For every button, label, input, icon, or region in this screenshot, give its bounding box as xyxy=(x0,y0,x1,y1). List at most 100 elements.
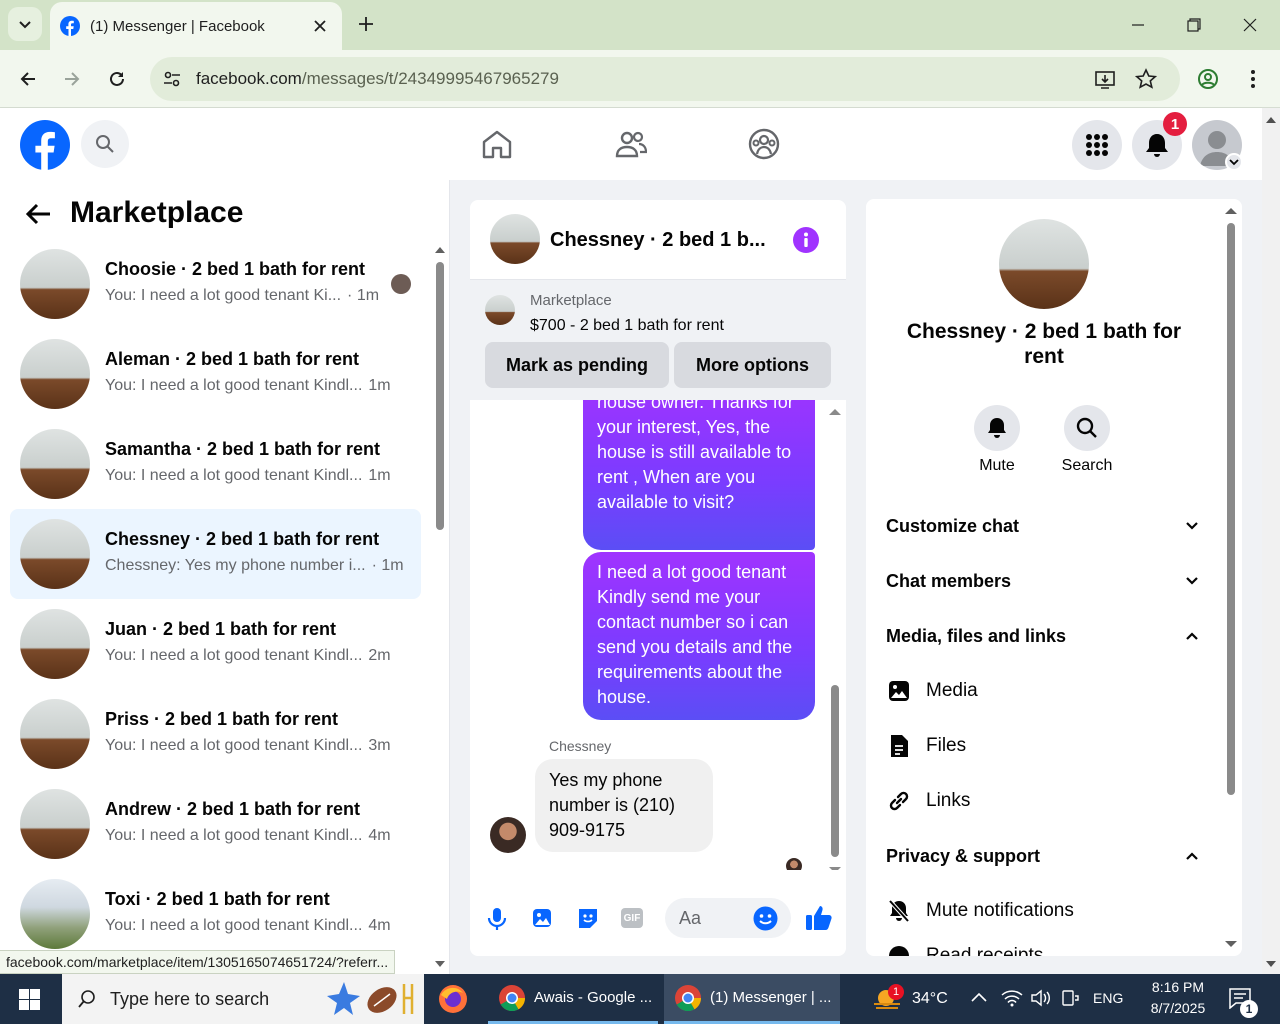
tab-search-button[interactable] xyxy=(8,7,42,41)
taskbar-app-chrome-messenger[interactable]: (1) Messenger | ... xyxy=(664,974,840,1024)
sender-avatar[interactable] xyxy=(490,817,526,853)
profile-icon xyxy=(1198,69,1218,89)
like-thumb-icon[interactable] xyxy=(805,904,833,932)
scroll-up-icon xyxy=(1225,208,1237,214)
clock-time[interactable]: 8:16 PM xyxy=(1143,979,1213,995)
privacy-support-section[interactable]: Privacy & support xyxy=(886,846,1040,867)
read-receipts-item[interactable]: Read receipts xyxy=(886,943,1043,956)
conversation-item[interactable]: Samantha · 2 bed 1 bath for rent You: I … xyxy=(10,419,421,509)
taskbar-search-box[interactable]: Type here to search xyxy=(62,974,424,1024)
photo-icon[interactable] xyxy=(531,907,553,929)
listing-thumbnail xyxy=(20,519,90,589)
conversation-list-scrollbar[interactable] xyxy=(431,244,449,970)
search-label: Search xyxy=(1061,457,1113,474)
facebook-logo[interactable] xyxy=(20,120,70,170)
forward-button[interactable] xyxy=(57,64,87,94)
search-in-chat-button[interactable] xyxy=(1064,405,1110,451)
grid-menu-icon xyxy=(1086,134,1108,156)
groups-icon[interactable] xyxy=(748,128,780,160)
emoji-icon[interactable] xyxy=(753,906,778,931)
sent-message: house owner. Thanks for your interest, Y… xyxy=(583,400,815,550)
close-window-button[interactable] xyxy=(1222,0,1278,50)
marketplace-label: Marketplace xyxy=(530,292,612,309)
read-receipt-avatar xyxy=(786,858,802,870)
chat-title[interactable]: Chessney · 2 bed 1 b... xyxy=(550,229,766,252)
customize-chat-section[interactable]: Customize chat xyxy=(886,516,1019,537)
friends-icon[interactable] xyxy=(615,129,647,159)
back-arrow-icon[interactable] xyxy=(24,202,52,226)
restore-button[interactable] xyxy=(1166,0,1222,50)
scroll-thumb[interactable] xyxy=(436,262,444,530)
chrome-menu-button[interactable] xyxy=(1238,64,1268,94)
panel-title: Marketplace xyxy=(70,196,244,229)
account-chevron-icon[interactable] xyxy=(1225,153,1243,171)
facebook-favicon-icon xyxy=(60,16,80,36)
windows-start-icon[interactable] xyxy=(19,989,40,1010)
info-scroll-thumb[interactable] xyxy=(1227,223,1235,795)
conversation-item[interactable]: Priss · 2 bed 1 bath for rent You: I nee… xyxy=(10,689,421,779)
menu-button[interactable] xyxy=(1072,120,1122,170)
conversation-name: Aleman · 2 bed 1 bath for rent xyxy=(105,349,360,369)
install-app-icon[interactable] xyxy=(1094,68,1116,90)
conversation-item[interactable]: Aleman · 2 bed 1 bath for rent You: I ne… xyxy=(10,329,421,419)
battery-icon[interactable] xyxy=(1060,989,1080,1007)
chevron-up-icon xyxy=(1186,632,1198,640)
firefox-icon[interactable] xyxy=(437,983,469,1015)
taskbar-app-chrome-awais[interactable]: Awais - Google ... xyxy=(488,974,658,1024)
thread-scroll-thumb[interactable] xyxy=(831,685,839,857)
search-icon xyxy=(1076,417,1097,438)
page-scrollbar[interactable] xyxy=(1262,108,1280,974)
links-item[interactable]: Links xyxy=(886,788,970,814)
bookmark-star-icon[interactable] xyxy=(1135,68,1157,90)
minimize-button[interactable] xyxy=(1110,0,1166,50)
mute-button[interactable] xyxy=(974,405,1020,451)
new-tab-button[interactable] xyxy=(352,10,380,38)
conversation-name: Choosie · 2 bed 1 bath for rent xyxy=(105,259,366,279)
conversation-name: Toxi · 2 bed 1 bath for rent xyxy=(105,889,330,909)
language-indicator[interactable]: ENG xyxy=(1093,990,1123,1006)
preview-time: · 1m xyxy=(347,287,380,304)
preview-time: 4m xyxy=(368,827,391,844)
preview-text: You: I need a lot good tenant Kindl... xyxy=(105,467,363,484)
scroll-down-icon xyxy=(435,961,445,967)
sticker-icon[interactable] xyxy=(576,907,600,929)
browser-tab-messenger[interactable]: (1) Messenger | Facebook xyxy=(50,2,342,50)
back-button[interactable] xyxy=(13,64,43,94)
chevron-up-icon xyxy=(1186,852,1198,860)
more-options-button[interactable]: More options xyxy=(674,342,831,388)
conversation-item[interactable]: Toxi · 2 bed 1 bath for rent You: I need… xyxy=(10,869,421,959)
chat-members-section[interactable]: Chat members xyxy=(886,571,1011,592)
conversation-item-active[interactable]: Chessney · 2 bed 1 bath for rent Chessne… xyxy=(10,509,421,599)
volume-icon[interactable] xyxy=(1030,989,1052,1007)
chat-avatar[interactable] xyxy=(490,214,540,264)
profile-button[interactable] xyxy=(1193,64,1223,94)
chrome-icon xyxy=(498,984,526,1012)
message-input[interactable]: Aa xyxy=(665,898,791,938)
media-files-links-section[interactable]: Media, files and links xyxy=(886,626,1066,647)
microphone-icon[interactable] xyxy=(487,907,507,931)
home-icon[interactable] xyxy=(481,129,513,159)
site-info-icon[interactable] xyxy=(162,69,182,89)
media-item[interactable]: Media xyxy=(886,678,978,704)
read-receipts-label: Read receipts xyxy=(926,945,1044,956)
clock-date[interactable]: 8/7/2025 xyxy=(1138,1000,1218,1016)
conversation-item[interactable]: Andrew · 2 bed 1 bath for rent You: I ne… xyxy=(10,779,421,869)
info-icon[interactable] xyxy=(793,227,819,253)
tab-close-icon[interactable] xyxy=(306,12,334,40)
files-item[interactable]: Files xyxy=(886,733,966,759)
listing-title[interactable]: $700 - 2 bed 1 bath for rent xyxy=(530,317,724,335)
conversation-item[interactable]: Juan · 2 bed 1 bath for rent You: I need… xyxy=(10,599,421,689)
preview-text: You: I need a lot good tenant Kindl... xyxy=(105,377,363,394)
mark-as-pending-button[interactable]: Mark as pending xyxy=(485,342,669,388)
address-bar[interactable]: facebook.com/messages/t/2434999546796527… xyxy=(150,57,1180,101)
conversation-item[interactable]: Choosie · 2 bed 1 bath for rent You: I n… xyxy=(10,239,421,329)
bell-off-icon xyxy=(886,898,912,924)
chevron-up-icon[interactable] xyxy=(971,992,987,1002)
preview-text: You: I need a lot good tenant Kindl... xyxy=(105,917,363,934)
reload-button[interactable] xyxy=(102,64,132,94)
mute-notifications-item[interactable]: Mute notifications xyxy=(886,898,1074,924)
conversation-name: Andrew · 2 bed 1 bath for rent xyxy=(105,799,361,819)
wifi-icon[interactable] xyxy=(1001,989,1023,1007)
search-button[interactable] xyxy=(81,120,129,168)
gif-icon[interactable]: GIF xyxy=(621,908,643,928)
